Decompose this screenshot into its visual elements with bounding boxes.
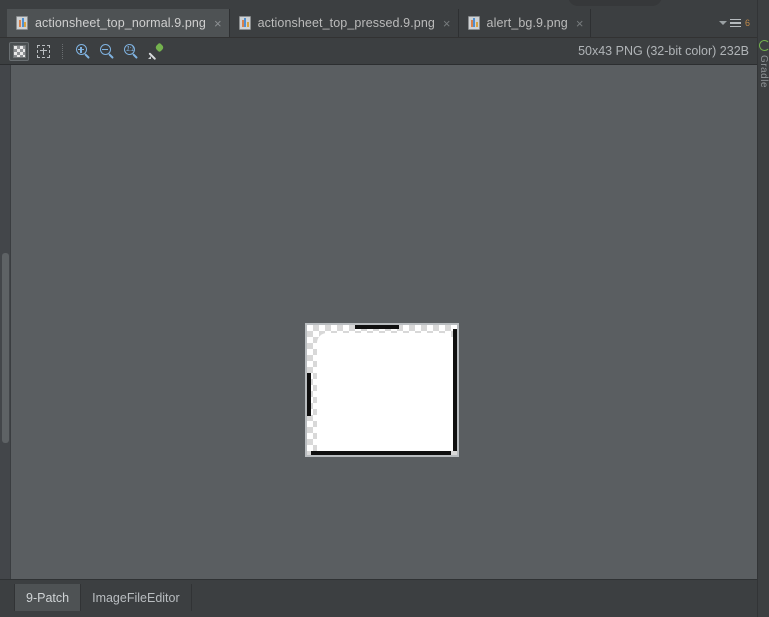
gradle-refresh-icon <box>758 40 769 51</box>
tab-overflow-control[interactable]: 6 <box>718 9 750 37</box>
padding-marker-right[interactable] <box>453 329 457 451</box>
editor-tab-label: actionsheet_top_pressed.9.png <box>257 16 435 30</box>
stretch-marker-top[interactable] <box>355 325 399 329</box>
editor-toolbar: 1:1 50x43 PNG (32-bit color) 232B <box>0 38 769 65</box>
nine-patch-image[interactable] <box>305 323 459 457</box>
eyedropper-icon <box>147 42 164 61</box>
close-icon[interactable]: × <box>214 17 222 30</box>
right-tool-label: Gradle <box>758 55 769 89</box>
zoom-out-icon <box>99 44 115 59</box>
editor-tab-bar: actionsheet_top_normal.9.png × actionshe… <box>0 9 769 38</box>
zoom-actual-size-button[interactable]: 1:1 <box>121 42 141 61</box>
vertical-scrollbar-thumb[interactable] <box>2 253 9 443</box>
close-icon[interactable]: × <box>576 17 584 30</box>
close-icon[interactable]: × <box>443 17 451 30</box>
right-tool-strip: Gradle <box>757 0 769 617</box>
right-tool-gradle[interactable]: Gradle <box>758 40 769 88</box>
image-info-label: 50x43 PNG (32-bit color) 232B <box>578 44 749 58</box>
zoom-actual-size-label: 1:1 <box>126 46 135 54</box>
editor-tabs: actionsheet_top_normal.9.png × actionshe… <box>7 9 592 37</box>
png-file-icon <box>16 16 28 30</box>
transparency-checkerboard <box>307 325 457 455</box>
tab-list-icon[interactable] <box>729 18 741 28</box>
toolbar-separator <box>62 44 64 59</box>
editor-tab-actionsheet-top-pressed[interactable]: actionsheet_top_pressed.9.png × <box>230 9 459 37</box>
window-top-strip <box>0 0 769 9</box>
editor-toolbar-buttons: 1:1 <box>9 38 165 65</box>
show-patches-grid-button[interactable] <box>33 42 53 61</box>
editor-tab-label: alert_bg.9.png <box>486 16 568 30</box>
zoom-actual-size-icon: 1:1 <box>123 44 139 59</box>
image-opaque-region <box>317 333 453 451</box>
chevron-down-icon[interactable] <box>718 21 727 25</box>
editor-mode-tab-spacer <box>0 584 15 611</box>
editor-mode-tab-9-patch[interactable]: 9-Patch <box>15 584 82 611</box>
png-file-icon <box>238 16 251 30</box>
window-chrome-bubble <box>568 0 662 6</box>
editor-tab-actionsheet-top-normal[interactable]: actionsheet_top_normal.9.png × <box>7 9 230 37</box>
padding-marker-bottom[interactable] <box>311 451 451 455</box>
editor-mode-tab-bar: 9-Patch ImageFileEditor <box>0 584 769 617</box>
zoom-in-icon <box>75 44 91 59</box>
editor-tab-label: actionsheet_top_normal.9.png <box>35 16 206 30</box>
nine-patch-canvas[interactable] <box>0 65 757 579</box>
color-picker-button[interactable] <box>145 42 165 61</box>
tab-overflow-count: 6 <box>744 18 750 28</box>
editor-tab-alert-bg[interactable]: alert_bg.9.png × <box>459 9 592 37</box>
editor-mode-tab-filler <box>192 584 769 611</box>
editor-mode-tab-imagefileeditor[interactable]: ImageFileEditor <box>81 584 192 611</box>
show-transparency-checkerboard-button[interactable] <box>9 42 29 61</box>
png-file-icon <box>467 16 480 30</box>
nine-patch-editor-window: actionsheet_top_normal.9.png × actionshe… <box>0 0 769 617</box>
vertical-scrollbar[interactable] <box>0 65 11 579</box>
grid-icon <box>36 45 50 58</box>
zoom-in-button[interactable] <box>73 42 93 61</box>
stretch-marker-left[interactable] <box>307 373 311 416</box>
zoom-out-button[interactable] <box>97 42 117 61</box>
checkerboard-icon <box>12 45 26 58</box>
